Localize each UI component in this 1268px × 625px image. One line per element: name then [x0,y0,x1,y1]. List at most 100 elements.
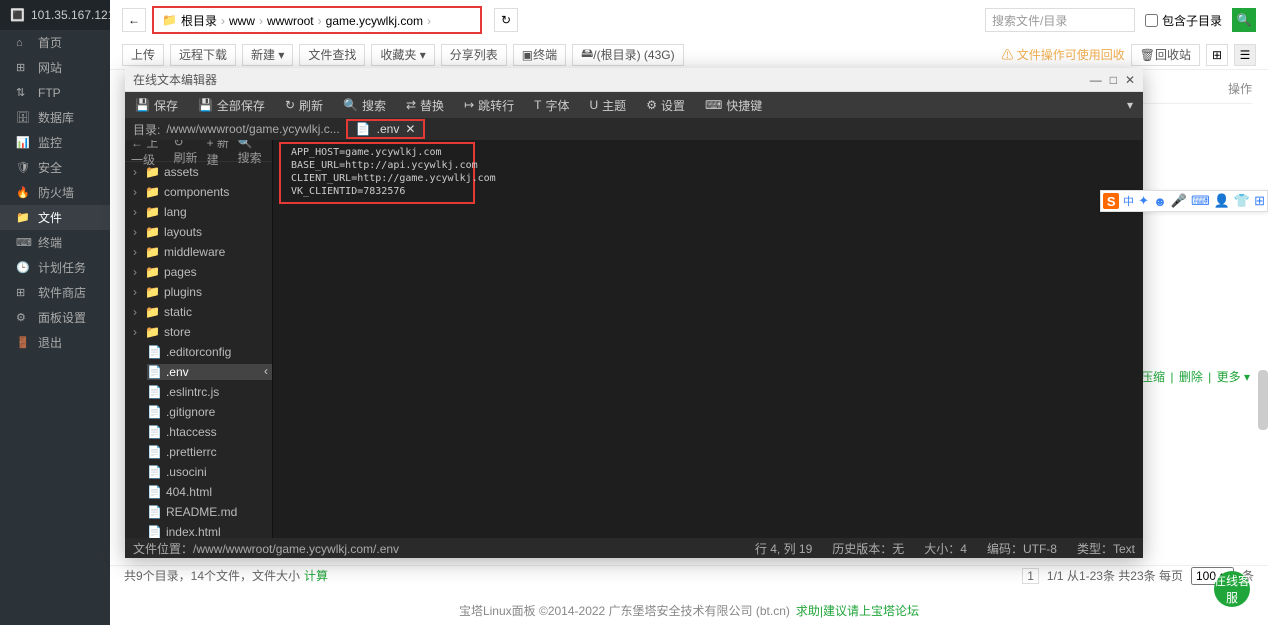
zip-link[interactable]: 压缩 [1141,370,1165,384]
breadcrumb-segment[interactable]: 根目录 [181,14,217,28]
sidebar-item-终端[interactable]: ⌨终端 [0,230,110,255]
breadcrumb[interactable]: 📁 根目录›www›wwwroot›game.ycywlkj.com› [152,6,482,34]
editor-menu-替换[interactable]: ⇄替换 [396,92,454,118]
ime-lang[interactable]: 中 [1123,193,1134,209]
editor-menu-全部保存[interactable]: 💾全部保存 [188,92,275,118]
editor-titlebar[interactable]: 在线文本编辑器 — □ ✕ [125,68,1143,92]
tree-refresh-button[interactable]: ↻ 刷新 [173,140,198,166]
sidebar-item-安全[interactable]: 🛡安全 [0,155,110,180]
tree-folder[interactable]: ›📁pages [125,262,272,282]
editor-menu-主题[interactable]: U主题 [580,92,637,118]
delete-link[interactable]: 删除 [1179,370,1203,384]
editor-menu-快捷键[interactable]: ⌨快捷键 [695,92,772,118]
scrollbar[interactable] [1258,370,1268,430]
ime-icon[interactable]: ☻ [1153,194,1167,209]
include-subdir-checkbox[interactable]: 包含子目录 [1145,12,1222,29]
recycle-bin-button[interactable]: 🗑 回收站 [1131,44,1200,66]
maximize-button[interactable]: □ [1110,73,1117,87]
editor-menu-保存[interactable]: 💾保存 [125,92,188,118]
ime-icon[interactable]: ⌨ [1191,193,1210,209]
sidebar-item-监控[interactable]: 📊监控 [0,130,110,155]
editor-tab-env[interactable]: 📄 .env ✕ [346,119,426,139]
toolbar-button[interactable]: 分享列表 [441,44,507,66]
tree-file[interactable]: 📄.prettierrc [125,442,272,462]
sidebar-item-FTP[interactable]: ⇅FTP [0,80,110,105]
tree-file[interactable]: 📄.htaccess [125,422,272,442]
close-button[interactable]: ✕ [1125,73,1135,87]
tree-file[interactable]: 📄README.md [125,502,272,522]
ime-icon[interactable]: 👤 [1214,193,1230,209]
sidebar-item-文件[interactable]: 📁文件 [0,205,110,230]
sidebar-item-防火墙[interactable]: 🔥防火墙 [0,180,110,205]
file-icon: 📄 [147,425,162,439]
code-editor[interactable]: APP_HOST=game.ycywlkj.com BASE_URL=http:… [273,140,1143,538]
editor-menu-字体[interactable]: T字体 [524,92,579,118]
breadcrumb-segment[interactable]: www [229,14,255,28]
tree-folder[interactable]: ›📁components [125,182,272,202]
toolbar-button[interactable]: 文件查找 [299,44,365,66]
tree-folder[interactable]: ›📁plugins [125,282,272,302]
search-input[interactable]: 搜索文件/目录 [985,8,1135,32]
support-fab[interactable]: 在线客服 [1214,571,1250,607]
sidebar-icon: ⌂ [16,37,30,49]
toolbar-button[interactable]: 收藏夹 ▾ [371,44,434,66]
tree-file[interactable]: 📄index.html [125,522,272,538]
sidebar-icon: 🔥 [16,186,30,199]
tree-file[interactable]: 📄.gitignore [125,402,272,422]
editor-menu-搜索[interactable]: 🔍搜索 [333,92,396,118]
tree-new-button[interactable]: + 新建 [207,140,230,168]
disk-button[interactable]: 🖴 /(根目录) (43G) [572,44,683,66]
calc-link[interactable]: 计算 [304,567,328,584]
tree-file[interactable]: 📄.usocini [125,462,272,482]
more-link[interactable]: 更多 ▾ [1217,370,1250,384]
sidebar-item-计划任务[interactable]: 🕒计划任务 [0,255,110,280]
editor-menu-跳转行[interactable]: ↦跳转行 [454,92,524,118]
toolbar-button[interactable]: 新建 ▾ [242,44,293,66]
editor-menu-刷新[interactable]: ↻刷新 [275,92,333,118]
tree-folder[interactable]: ›📁static [125,302,272,322]
nav-back-button[interactable]: ← [122,8,146,32]
tree-folder[interactable]: ›📁middleware [125,242,272,262]
terminal-button[interactable]: ▣ 终端 [513,44,566,66]
sidebar-item-退出[interactable]: 🚪退出 [0,330,110,355]
refresh-button[interactable]: ↻ [494,8,518,32]
view-list-button[interactable]: ☰ [1234,44,1256,66]
tree-folder[interactable]: ›📁lang [125,202,272,222]
ime-icon[interactable]: 👕 [1234,193,1250,209]
toolbar-button[interactable]: 上传 [122,44,164,66]
sidebar-item-首页[interactable]: ⌂首页 [0,30,110,55]
view-grid-button[interactable]: ⊞ [1206,44,1228,66]
editor-menu-设置[interactable]: ⚙设置 [636,92,695,118]
tree-search-button[interactable]: 🔍 搜索 [238,140,266,166]
ime-icon[interactable]: ✦ [1138,193,1149,209]
breadcrumb-segment[interactable]: wwwroot [267,14,314,28]
sidebar-item-软件商店[interactable]: ⊞软件商店 [0,280,110,305]
sidebar-item-数据库[interactable]: 🗄数据库 [0,105,110,130]
tree-up-button[interactable]: ← 上一级 [131,140,165,168]
sidebar-icon: ⊞ [16,286,30,299]
file-icon: 📄 [147,465,162,479]
minimize-button[interactable]: — [1090,73,1102,87]
encoding[interactable]: 编码：UTF-8 [987,540,1057,557]
tree-folder[interactable]: ›📁store [125,322,272,342]
tree-file[interactable]: 📄.editorconfig [125,342,272,362]
ime-icon[interactable]: ⊞ [1254,193,1265,209]
breadcrumb-segment[interactable]: game.ycywlkj.com [326,14,423,28]
search-button[interactable]: 🔍 [1232,8,1256,32]
toolbar-button[interactable]: 远程下载 [170,44,236,66]
forum-link[interactable]: 求助|建议请上宝塔论坛 [796,602,919,619]
folder-icon: 📁 [145,305,160,319]
tree-file[interactable]: 📄.eslintrc.js [125,382,272,402]
ime-toolbar[interactable]: S 中 ✦ ☻ 🎤 ⌨ 👤 👕 ⊞ [1100,190,1268,212]
tree-file[interactable]: 📄404.html [125,482,272,502]
ime-icon[interactable]: 🎤 [1171,193,1187,209]
menu-more-icon[interactable]: ▾ [1117,98,1143,112]
page-1-button[interactable]: 1 [1022,568,1039,584]
sidebar-icon: 🗄 [16,111,30,124]
tree-folder[interactable]: ›📁layouts [125,222,272,242]
tree-file[interactable]: 📄.env [125,362,272,382]
tab-close-icon[interactable]: ✕ [405,122,415,136]
sidebar-item-面板设置[interactable]: ⚙面板设置 [0,305,110,330]
menu-icon: ⚙ [646,98,657,112]
sidebar-item-网站[interactable]: ⊞网站 [0,55,110,80]
